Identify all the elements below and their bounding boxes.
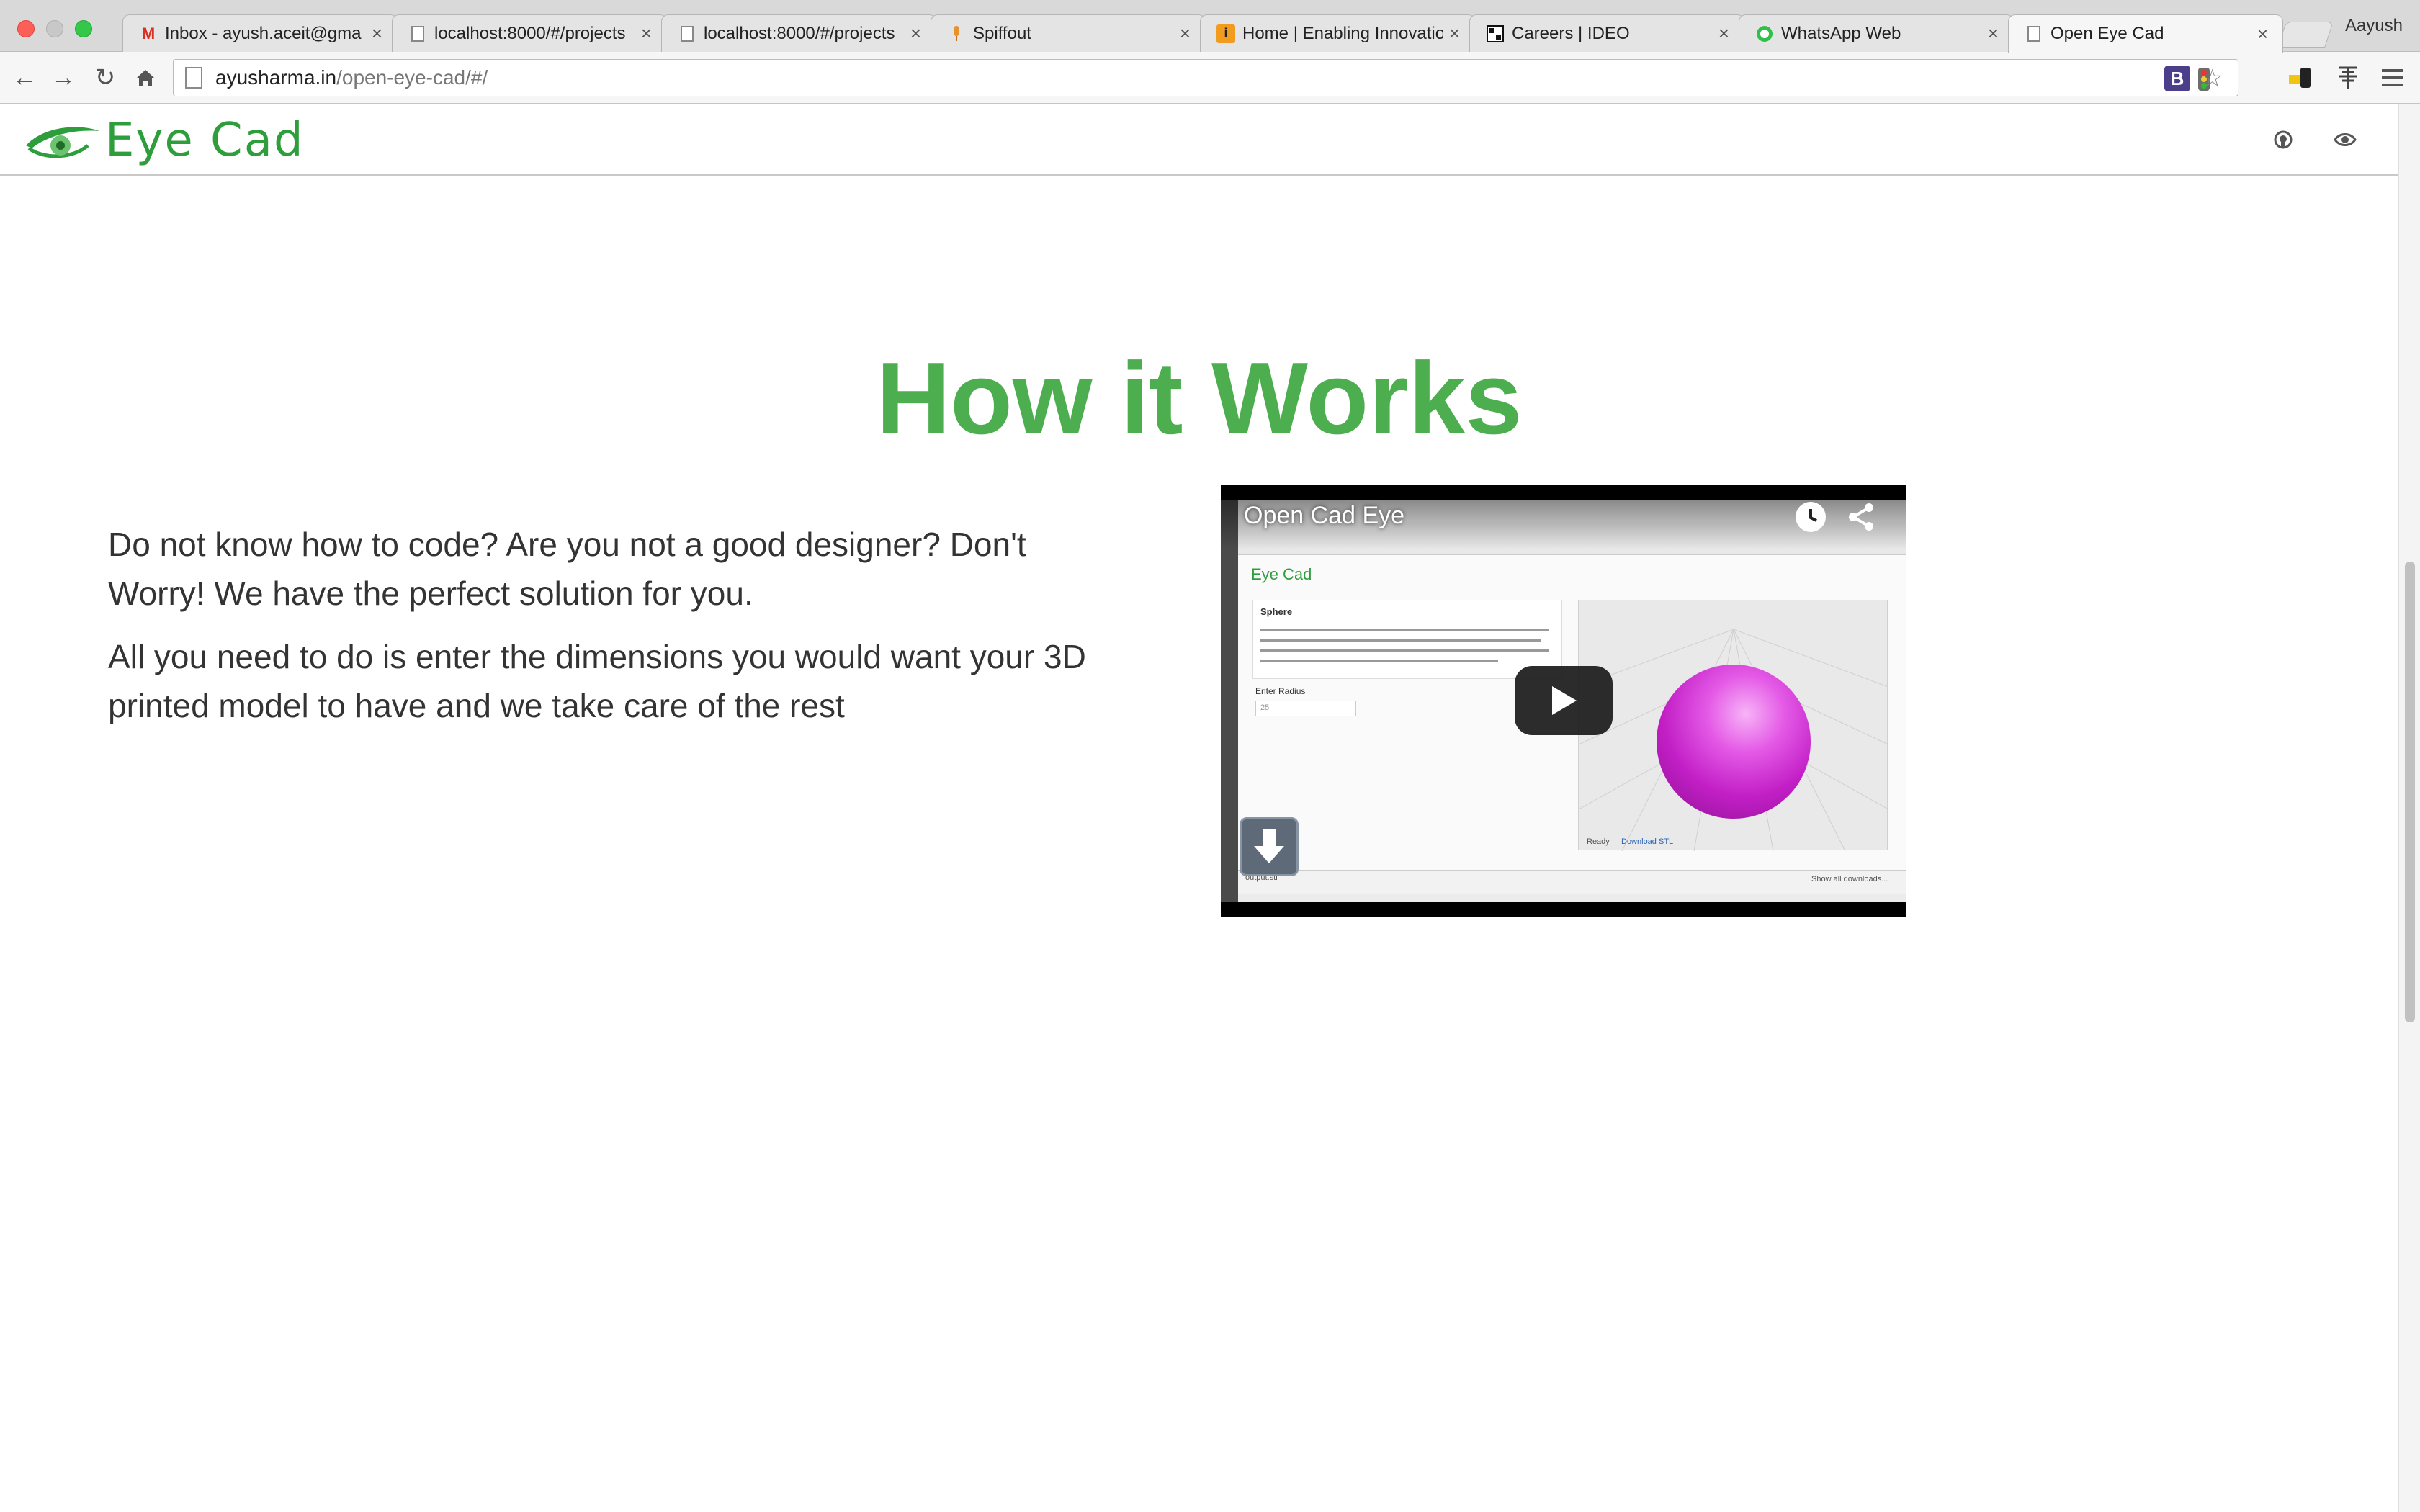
video-radius-label: Enter Radius	[1255, 686, 1306, 696]
video-radius-input: 25	[1255, 701, 1356, 716]
eye-logo-icon[interactable]	[23, 124, 102, 165]
video-show-all-downloads: Show all downloads...	[1811, 875, 1888, 883]
video-download-link: Download STL	[1621, 837, 1674, 846]
site-header: Eye Cad	[0, 104, 2398, 176]
ideo-icon	[1486, 24, 1505, 43]
tab-spiffout[interactable]: Spiffout ×	[931, 14, 1206, 52]
url-path: /open-eye-cad/#/	[336, 66, 488, 89]
video-site-logo: Eye Cad	[1251, 565, 1312, 583]
reload-icon[interactable]: ↻	[89, 62, 121, 94]
browser-toolbar: ← → ↻ ayusharma.in/open-eye-cad/#/ B ☆	[0, 52, 2420, 104]
scrollbar-thumb[interactable]	[2405, 562, 2415, 1022]
tab-title: Spiffout	[973, 23, 1031, 43]
video-info-panel: Sphere	[1252, 600, 1562, 679]
url-host: ayusharma.in	[215, 66, 337, 89]
back-icon[interactable]: ←	[9, 62, 40, 94]
site-logo-text[interactable]: Eye Cad	[105, 114, 305, 167]
tab-title: Home | Enabling Innovatio	[1242, 23, 1443, 43]
share-icon[interactable]	[1846, 502, 1876, 532]
tab-close-icon[interactable]: ×	[1180, 22, 1191, 45]
home-icon[interactable]	[130, 62, 161, 94]
tab-close-icon[interactable]: ×	[2257, 23, 2268, 45]
tab-close-icon[interactable]: ×	[1718, 22, 1729, 45]
tab-localhost-1[interactable]: localhost:8000/#/projects ×	[392, 14, 667, 52]
whatsapp-icon	[1755, 24, 1774, 43]
details-paragraph: All you need to do is enter the dimensio…	[108, 638, 1086, 724]
tab-whatsapp[interactable]: WhatsApp Web ×	[1739, 14, 2014, 52]
tab-title: Inbox - ayush.aceit@gma	[165, 23, 362, 43]
address-bar[interactable]: ayusharma.in/open-eye-cad/#/ B ☆	[173, 59, 2238, 96]
section-title: How it Works	[876, 341, 1523, 456]
tab-close-icon[interactable]: ×	[910, 22, 921, 45]
video-status-text: Ready	[1587, 837, 1610, 846]
video-text-line	[1260, 639, 1541, 642]
intro-paragraph: Do not know how to code? Are you not a g…	[108, 526, 1026, 612]
github-icon[interactable]	[2269, 125, 2298, 154]
window-maximize-button[interactable]	[75, 20, 92, 37]
tab-ideo[interactable]: Careers | IDEO ×	[1469, 14, 1744, 52]
bootstrap-extension-icon[interactable]: B	[2164, 66, 2190, 91]
video-downloads-bar	[1238, 870, 1906, 894]
page-icon	[678, 24, 696, 43]
video-panel-title: Sphere	[1260, 606, 1293, 617]
tab-gmail[interactable]: M Inbox - ayush.aceit@gma ×	[122, 14, 398, 52]
play-button[interactable]	[1515, 666, 1613, 735]
tab-title: WhatsApp Web	[1781, 23, 1901, 43]
page-scrollbar[interactable]	[2398, 104, 2420, 1512]
gmail-icon: M	[141, 24, 156, 42]
tab-open-eye-cad[interactable]: Open Eye Cad ×	[2008, 14, 2283, 53]
bookmark-star-icon[interactable]: ☆	[2202, 64, 2223, 93]
browser-tabstrip: M Inbox - ayush.aceit@gma × localhost:80…	[0, 0, 2420, 53]
extension-icon[interactable]	[2286, 63, 2315, 92]
video-title[interactable]: Open Cad Eye	[1244, 502, 1404, 530]
orange-i-icon: i	[1216, 24, 1235, 43]
eye-icon[interactable]	[2331, 125, 2360, 154]
mic-icon	[947, 24, 966, 43]
tab-title: localhost:8000/#/projects	[704, 23, 895, 43]
tab-close-icon[interactable]: ×	[641, 22, 652, 45]
video-text-line	[1260, 629, 1549, 631]
tab-close-icon[interactable]: ×	[1988, 22, 1999, 45]
tab-title: localhost:8000/#/projects	[434, 23, 626, 43]
tab-close-icon[interactable]: ×	[1449, 22, 1460, 45]
watch-later-icon[interactable]	[1796, 502, 1826, 532]
extension-stack-icon[interactable]	[2334, 63, 2362, 92]
new-tab-button[interactable]	[2277, 22, 2334, 48]
tab-title: Open Eye Cad	[2051, 24, 2164, 43]
forward-icon[interactable]: →	[48, 62, 79, 94]
window-close-button[interactable]	[17, 20, 35, 37]
tab-title: Careers | IDEO	[1512, 23, 1630, 43]
video-text-line	[1260, 649, 1549, 652]
video-player[interactable]: Eye Cad Sphere Enter Radius 25 Ready Dow…	[1221, 485, 1906, 917]
menu-icon[interactable]	[2378, 63, 2407, 92]
window-minimize-button[interactable]	[46, 20, 63, 37]
page-icon	[185, 67, 202, 89]
tab-close-icon[interactable]: ×	[372, 22, 382, 45]
video-text-line	[1260, 660, 1498, 662]
tab-localhost-2[interactable]: localhost:8000/#/projects ×	[661, 14, 936, 52]
page-icon	[2025, 24, 2043, 43]
page-icon	[408, 24, 427, 43]
tab-home-enabling[interactable]: i Home | Enabling Innovatio ×	[1200, 14, 1475, 52]
video-launcher-bar	[1221, 500, 1238, 902]
download-arrow-icon	[1240, 817, 1299, 876]
profile-name[interactable]: Aayush	[2345, 16, 2403, 36]
video-sphere-model	[1657, 665, 1811, 819]
